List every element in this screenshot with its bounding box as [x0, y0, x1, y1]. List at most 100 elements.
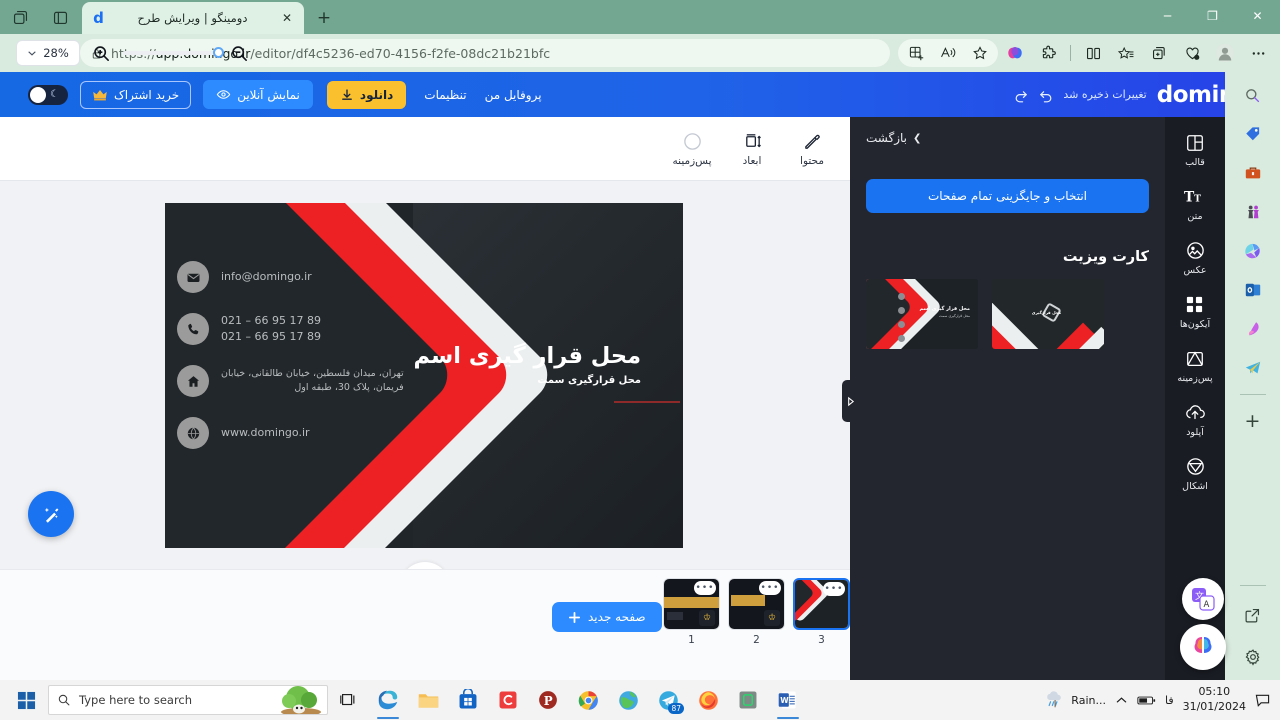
profile-icon[interactable] [1209, 38, 1241, 68]
taskbar-app-chrome[interactable] [568, 680, 608, 720]
split-screen-icon[interactable] [1077, 38, 1109, 68]
tab-search-icon[interactable] [40, 0, 80, 34]
add-sidebar-app-button[interactable]: + [1240, 408, 1266, 434]
template-thumbnail-1[interactable]: محل قرار گیری اسم محل قرارگیری سمت [866, 279, 978, 349]
new-page-button[interactable]: صفحه جدید [552, 602, 662, 632]
task-view-icon[interactable] [328, 680, 368, 720]
zoom-slider[interactable] [123, 47, 224, 58]
taskbar-app-c[interactable] [488, 680, 528, 720]
open-pane-icon[interactable] [1240, 602, 1266, 628]
toolbar-item-content[interactable]: محتوا [792, 130, 832, 167]
online-preview-button[interactable]: نمایش آنلاین [203, 80, 313, 109]
taskbar-app-globe[interactable] [608, 680, 648, 720]
taskbar-app-firefox[interactable] [688, 680, 728, 720]
show-hidden-icons[interactable] [1115, 694, 1128, 707]
contact-row-address[interactable]: تهران، میدان فلسطین، خیابان طالقانی، خیا… [177, 365, 447, 397]
template-thumbnail-2[interactable]: محل قرارگیری [992, 279, 1104, 349]
settings-link[interactable]: تنظیمات [424, 88, 466, 102]
sidebar-item-template[interactable]: قالب [1185, 131, 1205, 168]
designer-icon[interactable] [1240, 316, 1266, 342]
download-button[interactable]: دانلود [326, 80, 407, 109]
shopping-icon[interactable] [1240, 121, 1266, 147]
page-menu-icon[interactable]: ••• [759, 581, 781, 595]
page-menu-icon[interactable]: ••• [694, 581, 716, 595]
sidebar-item-image[interactable]: عکس [1183, 239, 1207, 276]
page-item[interactable]: ••• 3 [793, 578, 850, 646]
sidebar-item-text[interactable]: T T متن [1184, 185, 1206, 222]
profile-link[interactable]: پروفایل من [485, 88, 542, 102]
zoom-in-icon[interactable] [92, 44, 111, 63]
taskbar-app-green[interactable] [728, 680, 768, 720]
taskbar-app-edge[interactable] [368, 680, 408, 720]
close-icon[interactable]: ✕ [278, 9, 296, 27]
page-menu-icon[interactable]: ••• [823, 582, 845, 596]
new-tab-button[interactable]: + [310, 4, 338, 32]
page-item[interactable]: ••• ♔ 1 [663, 578, 720, 646]
notification-icon[interactable] [1255, 693, 1270, 708]
page-item[interactable]: ••• ♔ 2 [728, 578, 785, 646]
dark-mode-toggle[interactable]: ☾ [28, 84, 68, 105]
games-icon[interactable] [1240, 199, 1266, 225]
weather-widget[interactable]: Rain... [1046, 690, 1106, 710]
browser-tab[interactable]: d دومینگو | ویرایش طرح ✕ [82, 2, 304, 34]
card-name-block[interactable]: محل قرار گیری اسم محل قرارگیری سمت [414, 343, 642, 386]
toolbar-item-dimensions[interactable]: ابعاد [732, 130, 772, 167]
redo-icon[interactable] [1013, 87, 1029, 103]
extensions-icon[interactable] [1032, 38, 1064, 68]
read-aloud-icon[interactable] [932, 38, 964, 68]
window-controls: ─ ❐ ✕ [1145, 0, 1280, 32]
outlook-icon[interactable] [1240, 277, 1266, 303]
language-indicator[interactable]: فا [1165, 694, 1174, 707]
health-icon[interactable] [1176, 38, 1208, 68]
taskbar-app-word[interactable]: W [768, 680, 808, 720]
copilot-icon[interactable] [999, 38, 1031, 68]
sidebar-item-icons[interactable]: آیکون‌ها [1180, 293, 1210, 330]
sidebar-item-upload[interactable]: آپلود [1184, 401, 1206, 438]
panel-collapse-handle[interactable] [842, 380, 858, 422]
toolbar-item-background[interactable]: پس‌زمینه [672, 130, 712, 167]
contact-row-phone[interactable]: 021 – 66 95 17 89 021 – 66 95 17 89 [177, 313, 447, 345]
design-canvas-area[interactable]: محل قرار گیری اسم محل قرارگیری سمت info@… [0, 181, 850, 569]
taskbar-search-input[interactable]: Type here to search [48, 685, 328, 715]
copilot-floating-button[interactable] [1180, 624, 1226, 670]
taskbar-app-telegram[interactable]: 87 [648, 680, 688, 720]
taskbar-clock[interactable]: 05:10 31/01/2024 [1183, 685, 1246, 715]
battery-icon[interactable] [1137, 694, 1156, 707]
settings-more-icon[interactable] [1242, 38, 1274, 68]
sidebar-settings-icon[interactable] [1240, 644, 1266, 670]
panel-back-button[interactable]: بازگشت ❯ [866, 131, 921, 145]
zoom-slider-thumb[interactable] [213, 47, 224, 58]
subscribe-button[interactable]: خرید اشتراک [80, 80, 192, 109]
business-card-design[interactable]: محل قرار گیری اسم محل قرارگیری سمت info@… [165, 203, 683, 548]
telegram-icon[interactable] [1240, 355, 1266, 381]
close-window-button[interactable]: ✕ [1235, 0, 1280, 32]
contact-row-email[interactable]: info@domingo.ir [177, 261, 447, 293]
magic-wand-button[interactable] [28, 491, 74, 537]
taskbar-app-p[interactable]: P [528, 680, 568, 720]
sidebar-item-shapes[interactable]: اشکال [1182, 455, 1208, 492]
search-icon[interactable] [1240, 82, 1266, 108]
taskbar-app-file-explorer[interactable] [408, 680, 448, 720]
maximize-button[interactable]: ❐ [1190, 0, 1235, 32]
zoom-level-select[interactable]: 28% [16, 40, 80, 66]
page-thumbnail-selected[interactable]: ••• [793, 578, 850, 630]
office-icon[interactable] [1240, 238, 1266, 264]
undo-icon[interactable] [1038, 87, 1054, 103]
add-collection-icon[interactable] [1143, 38, 1175, 68]
page-thumbnail[interactable]: ••• ♔ [663, 578, 720, 630]
page-thumbnail[interactable]: ••• ♔ [728, 578, 785, 630]
contact-row-website[interactable]: www.domingo.ir [177, 417, 447, 449]
replace-all-pages-button[interactable]: انتخاب و جایگزینی تمام صفحات [866, 179, 1149, 213]
tab-actions-icon[interactable] [0, 0, 40, 34]
zoom-out-icon[interactable] [230, 44, 249, 63]
minimize-button[interactable]: ─ [1145, 0, 1190, 32]
collections-icon[interactable] [900, 38, 932, 68]
favorites-list-icon[interactable] [1110, 38, 1142, 68]
taskbar-app-store[interactable] [448, 680, 488, 720]
tools-icon[interactable] [1240, 160, 1266, 186]
canvas-scroll-indicator[interactable] [400, 562, 450, 569]
sidebar-item-background[interactable]: پس‌زمینه [1177, 347, 1213, 384]
windows-start-icon[interactable] [4, 680, 48, 720]
translate-floating-button[interactable]: 文 A [1182, 578, 1224, 620]
favorite-icon[interactable] [964, 38, 996, 68]
